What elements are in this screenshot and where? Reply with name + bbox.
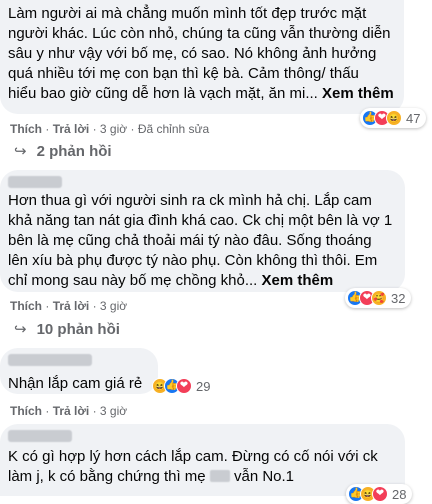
reaction-summary[interactable]: 👍 😆 ❤ 28: [346, 484, 413, 504]
see-more-link[interactable]: Xem thêm: [261, 272, 333, 289]
love-icon: ❤: [176, 378, 192, 394]
like-link[interactable]: Thích: [10, 299, 42, 313]
author-name-redacted[interactable]: [8, 430, 72, 442]
care-icon: 🥰: [371, 290, 387, 306]
view-replies-link[interactable]: ↪ 10 phản hồi: [14, 320, 120, 338]
author-name-redacted[interactable]: [8, 176, 62, 188]
reaction-count: 47: [406, 110, 421, 126]
comment-text: Hơn thua gì với người sinh ra ck mình hả…: [8, 192, 393, 289]
reaction-count: 28: [392, 486, 407, 502]
timestamp[interactable]: 3 giờ: [100, 404, 127, 418]
love-icon: ❤: [372, 486, 388, 502]
reply-arrow-icon: ↪: [14, 143, 27, 160]
comment-text: K có gì hợp lý hơn cách lắp cam. Đừng có…: [8, 448, 378, 485]
reaction-count: 29: [196, 378, 211, 394]
edited-label: Đã chỉnh sửa: [137, 122, 210, 136]
reaction-summary[interactable]: 😆 👍 ❤ 29: [152, 376, 210, 396]
like-link[interactable]: Thích: [10, 122, 42, 136]
view-replies-link[interactable]: ↪ 2 phản hồi: [14, 142, 112, 160]
redacted-word: [209, 470, 230, 482]
reply-arrow-icon: ↪: [14, 321, 27, 338]
comment-actions: Thích · Trả lời · 3 giờ · Đã chỉnh sửa: [10, 122, 210, 136]
comment-text: Làm người ai mà chẳng muốn mình tốt đẹp …: [8, 5, 394, 102]
comment-text: Nhận lắp cam giá rẻ: [8, 375, 143, 392]
reply-link[interactable]: Trả lời: [53, 122, 90, 136]
reaction-summary[interactable]: 👍 ❤ 😆 47: [360, 108, 427, 128]
timestamp[interactable]: 3 giờ: [100, 122, 127, 136]
reply-link[interactable]: Trả lời: [53, 299, 90, 313]
reaction-summary[interactable]: 👍 ❤ 🥰 32: [345, 288, 412, 308]
comment-actions: Thích · Trả lời · 3 giờ: [10, 404, 128, 418]
reaction-count: 32: [391, 290, 406, 306]
see-more-link[interactable]: Xem thêm: [322, 85, 394, 102]
reply-link[interactable]: Trả lời: [53, 404, 90, 418]
comment-actions: Thích · Trả lời · 3 giờ: [10, 299, 128, 313]
like-link[interactable]: Thích: [10, 404, 42, 418]
haha-icon: 😆: [386, 110, 402, 126]
author-name-redacted[interactable]: [8, 354, 92, 366]
timestamp[interactable]: 3 giờ: [100, 299, 127, 313]
